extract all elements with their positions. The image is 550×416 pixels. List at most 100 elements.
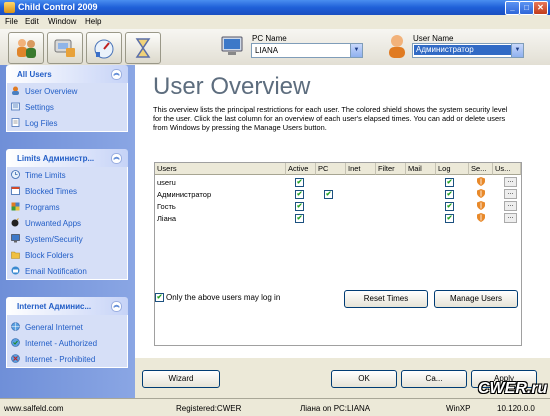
sidebar-item-system-security[interactable]: System/Security xyxy=(7,231,127,247)
column-header-users[interactable]: Users xyxy=(155,163,286,175)
sidebar-item-label: Block Folders xyxy=(25,251,74,260)
elapsed-times-button[interactable]: ... xyxy=(504,189,517,199)
column-header-inet[interactable]: Inet xyxy=(346,163,376,175)
menu-edit[interactable]: Edit xyxy=(25,17,39,26)
pc-toolbar-button[interactable] xyxy=(47,32,83,64)
status-registered: Registered:CWER xyxy=(176,404,242,413)
minimize-button[interactable]: _ xyxy=(505,1,520,15)
sidebar-item-label: User Overview xyxy=(25,87,78,96)
hourglass-icon xyxy=(135,38,151,58)
column-header-pc[interactable]: PC xyxy=(316,163,346,175)
app-icon xyxy=(4,2,15,13)
section-header[interactable]: Limits Администр... ︽ xyxy=(6,149,128,167)
log-checkbox[interactable]: ✔ xyxy=(445,202,454,211)
active-checkbox[interactable]: ✔ xyxy=(295,178,304,187)
wizard-button[interactable]: Wizard xyxy=(142,370,220,388)
sidebar-item-block-folders[interactable]: Block Folders xyxy=(7,247,127,263)
ok-button[interactable]: OK xyxy=(331,370,397,388)
main-panel: User Overview This overview lists the pr… xyxy=(135,65,550,398)
column-header-filter[interactable]: Filter xyxy=(376,163,406,175)
active-checkbox[interactable]: ✔ xyxy=(295,214,304,223)
log-checkbox[interactable]: ✔ xyxy=(445,178,454,187)
user-name-select[interactable]: Администратор ▼ xyxy=(412,43,524,58)
settings-icon xyxy=(11,102,20,111)
watermark: CWER.ru xyxy=(478,380,548,397)
user-icon xyxy=(12,86,19,95)
user-name-cell: Администратор xyxy=(157,190,212,199)
elapsed-times-button[interactable]: ... xyxy=(504,213,517,223)
status-os: WinXP xyxy=(446,404,471,413)
collapse-icon[interactable]: ︽ xyxy=(111,69,122,80)
sidebar-item-programs[interactable]: Programs xyxy=(7,199,127,215)
status-bar: www.salfeld.com Registered:CWER Ліана on… xyxy=(0,398,550,416)
column-header-usage[interactable]: Us... xyxy=(493,163,521,175)
chevron-down-icon[interactable]: ▼ xyxy=(511,44,523,57)
log-checkbox[interactable]: ✔ xyxy=(445,190,454,199)
sidebar-item-label: Blocked Times xyxy=(25,187,78,196)
sidebar-item-email-notification[interactable]: Email Notification xyxy=(7,263,127,279)
menu-bar: File Edit Window Help xyxy=(0,15,550,29)
chevron-down-icon[interactable]: ▼ xyxy=(350,44,362,57)
user-name-cell: useru xyxy=(157,178,176,187)
only-above-users-label: Only the above users may log in xyxy=(166,293,281,302)
menu-window[interactable]: Window xyxy=(48,17,76,26)
column-header-active[interactable]: Active xyxy=(286,163,316,175)
close-button[interactable]: ✕ xyxy=(533,1,548,15)
collapse-icon[interactable]: ︽ xyxy=(111,301,122,312)
status-site: www.salfeld.com xyxy=(4,404,64,413)
time-toolbar-button[interactable] xyxy=(125,32,161,64)
sidebar-item-settings[interactable]: Settings xyxy=(7,99,127,115)
sidebar-item-label: Email Notification xyxy=(25,267,87,276)
sidebar-item-log-files[interactable]: Log Files xyxy=(7,115,127,131)
menu-file[interactable]: File xyxy=(5,17,18,26)
folder-icon xyxy=(11,251,20,259)
users-toolbar-button[interactable] xyxy=(8,32,44,64)
document-icon xyxy=(11,118,20,127)
pc-checkbox[interactable]: ✔ xyxy=(324,190,333,199)
page-description: This overview lists the principal restri… xyxy=(153,105,508,132)
maximize-button[interactable]: □ xyxy=(519,1,534,15)
section-header[interactable]: Internet Админис... ︽ xyxy=(6,297,128,315)
sidebar-item-label: System/Security xyxy=(25,235,83,244)
sidebar-item-user-overview[interactable]: User Overview xyxy=(7,83,127,99)
manage-users-button[interactable]: Manage Users xyxy=(434,290,518,308)
active-checkbox[interactable]: ✔ xyxy=(295,202,304,211)
sidebar-item-label: Settings xyxy=(25,103,54,112)
window-title: Child Control 2009 xyxy=(18,2,98,12)
section-title: All Users xyxy=(17,70,52,79)
globe-check-icon xyxy=(11,338,20,347)
sidebar-item-unwanted-apps[interactable]: Unwanted Apps xyxy=(7,215,127,231)
sidebar-item-general-internet[interactable]: General Internet xyxy=(7,319,127,335)
sidebar-item-time-limits[interactable]: Time Limits xyxy=(7,167,127,183)
shield-icon xyxy=(477,201,485,210)
elapsed-times-button[interactable]: ... xyxy=(504,201,517,211)
active-checkbox[interactable]: ✔ xyxy=(295,190,304,199)
computer-icon xyxy=(11,234,20,243)
sidebar-item-internet-prohibited[interactable]: Internet - Prohibited xyxy=(7,351,127,367)
collapse-icon[interactable]: ︽ xyxy=(111,153,122,164)
sidebar-item-internet-authorized[interactable]: Internet - Authorized xyxy=(7,335,127,351)
cancel-button[interactable]: Ca... xyxy=(401,370,467,388)
calendar-icon xyxy=(11,186,20,195)
sidebar-item-label: Programs xyxy=(25,203,60,212)
shield-icon xyxy=(477,213,485,222)
column-header-log[interactable]: Log xyxy=(436,163,469,175)
log-checkbox[interactable]: ✔ xyxy=(445,214,454,223)
email-icon xyxy=(11,266,20,275)
column-header-mail[interactable]: Mail xyxy=(406,163,436,175)
only-above-users-checkbox[interactable]: ✔ xyxy=(155,293,164,302)
user-name-cell: Ліана xyxy=(157,214,177,223)
sidebar-item-blocked-times[interactable]: Blocked Times xyxy=(7,183,127,199)
elapsed-times-button[interactable]: ... xyxy=(504,177,517,187)
column-header-security[interactable]: Se... xyxy=(469,163,493,175)
status-version: 10.120.0.0 xyxy=(497,404,535,413)
pc-name-label: PC Name xyxy=(252,34,287,43)
pc-name-select[interactable]: LIANA ▼ xyxy=(251,43,363,58)
programs-icon xyxy=(11,202,20,211)
internet-toolbar-button[interactable] xyxy=(86,32,122,64)
section-title: Internet Админис... xyxy=(17,302,92,311)
reset-times-button[interactable]: Reset Times xyxy=(344,290,428,308)
status-user-on-pc: Ліана on PC:LIANA xyxy=(300,404,371,413)
section-header[interactable]: All Users ︽ xyxy=(6,65,128,83)
menu-help[interactable]: Help xyxy=(85,17,101,26)
